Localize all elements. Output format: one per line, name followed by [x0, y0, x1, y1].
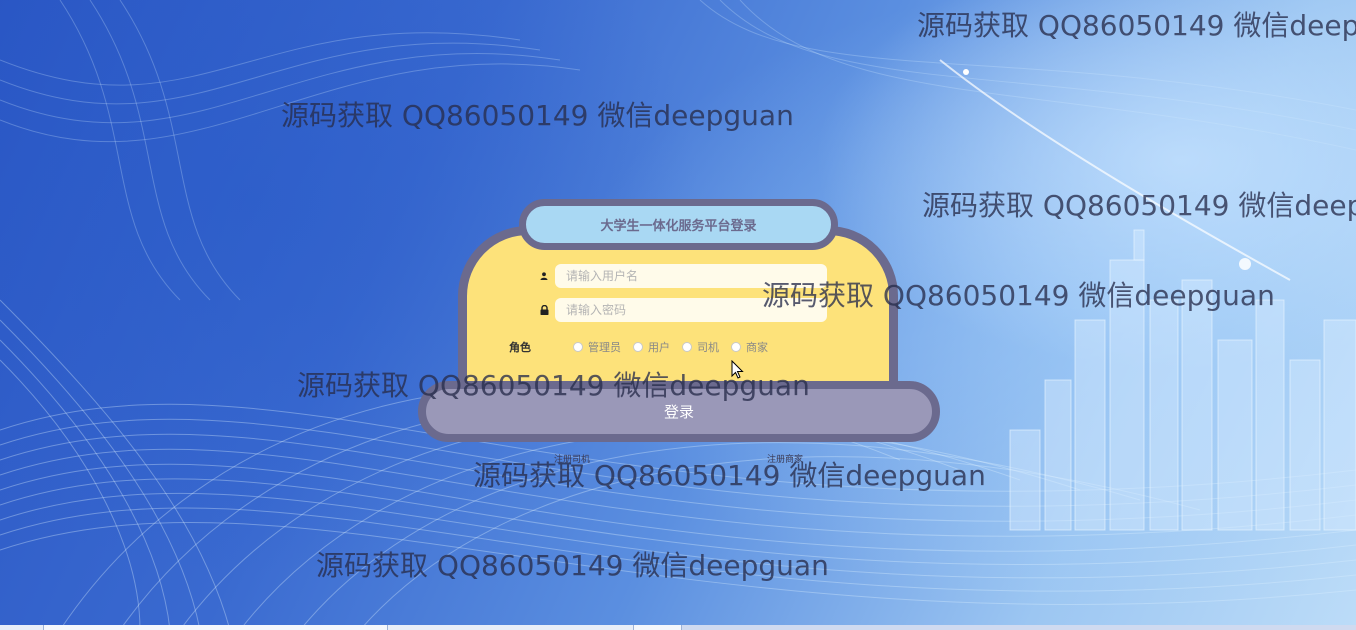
role-option-label: 管理员	[588, 342, 621, 354]
role-option-driver[interactable]: 司机	[682, 339, 719, 355]
role-option-user[interactable]: 用户	[633, 339, 670, 355]
taskbar-item[interactable]	[0, 625, 44, 630]
role-label: 角色	[509, 342, 531, 354]
role-selector: 角色 管理员 用户 司机 商家	[509, 339, 780, 355]
taskbar-item[interactable]	[388, 625, 634, 630]
role-radio-merchant[interactable]	[731, 342, 741, 352]
login-page: 大学生一体化服务平台登录 角色 管理员 用户 司机 商家	[0, 0, 1356, 630]
role-option-admin[interactable]: 管理员	[573, 339, 621, 355]
role-radio-driver[interactable]	[682, 342, 692, 352]
user-icon	[537, 269, 551, 283]
username-row	[537, 264, 827, 288]
lock-icon	[537, 303, 551, 317]
password-input[interactable]	[555, 298, 827, 322]
role-radio-user[interactable]	[633, 342, 643, 352]
taskbar-item[interactable]	[44, 625, 388, 630]
role-option-label: 司机	[697, 342, 719, 354]
role-radio-admin[interactable]	[573, 342, 583, 352]
taskbar-item[interactable]	[634, 625, 682, 630]
register-driver-link[interactable]: 注册司机	[554, 452, 590, 465]
mouse-pointer-icon	[731, 360, 744, 379]
login-button-label: 登录	[663, 404, 694, 421]
role-option-label: 商家	[746, 342, 768, 354]
register-merchant-link[interactable]: 注册商家	[767, 452, 803, 465]
login-button[interactable]: 登录	[418, 381, 940, 442]
login-title: 大学生一体化服务平台登录	[600, 218, 757, 233]
username-input[interactable]	[555, 264, 827, 288]
taskbar-strip	[0, 625, 1356, 630]
role-option-merchant[interactable]: 商家	[731, 339, 768, 355]
role-option-label: 用户	[648, 342, 670, 354]
login-title-banner: 大学生一体化服务平台登录	[519, 199, 838, 250]
password-row	[537, 298, 827, 322]
